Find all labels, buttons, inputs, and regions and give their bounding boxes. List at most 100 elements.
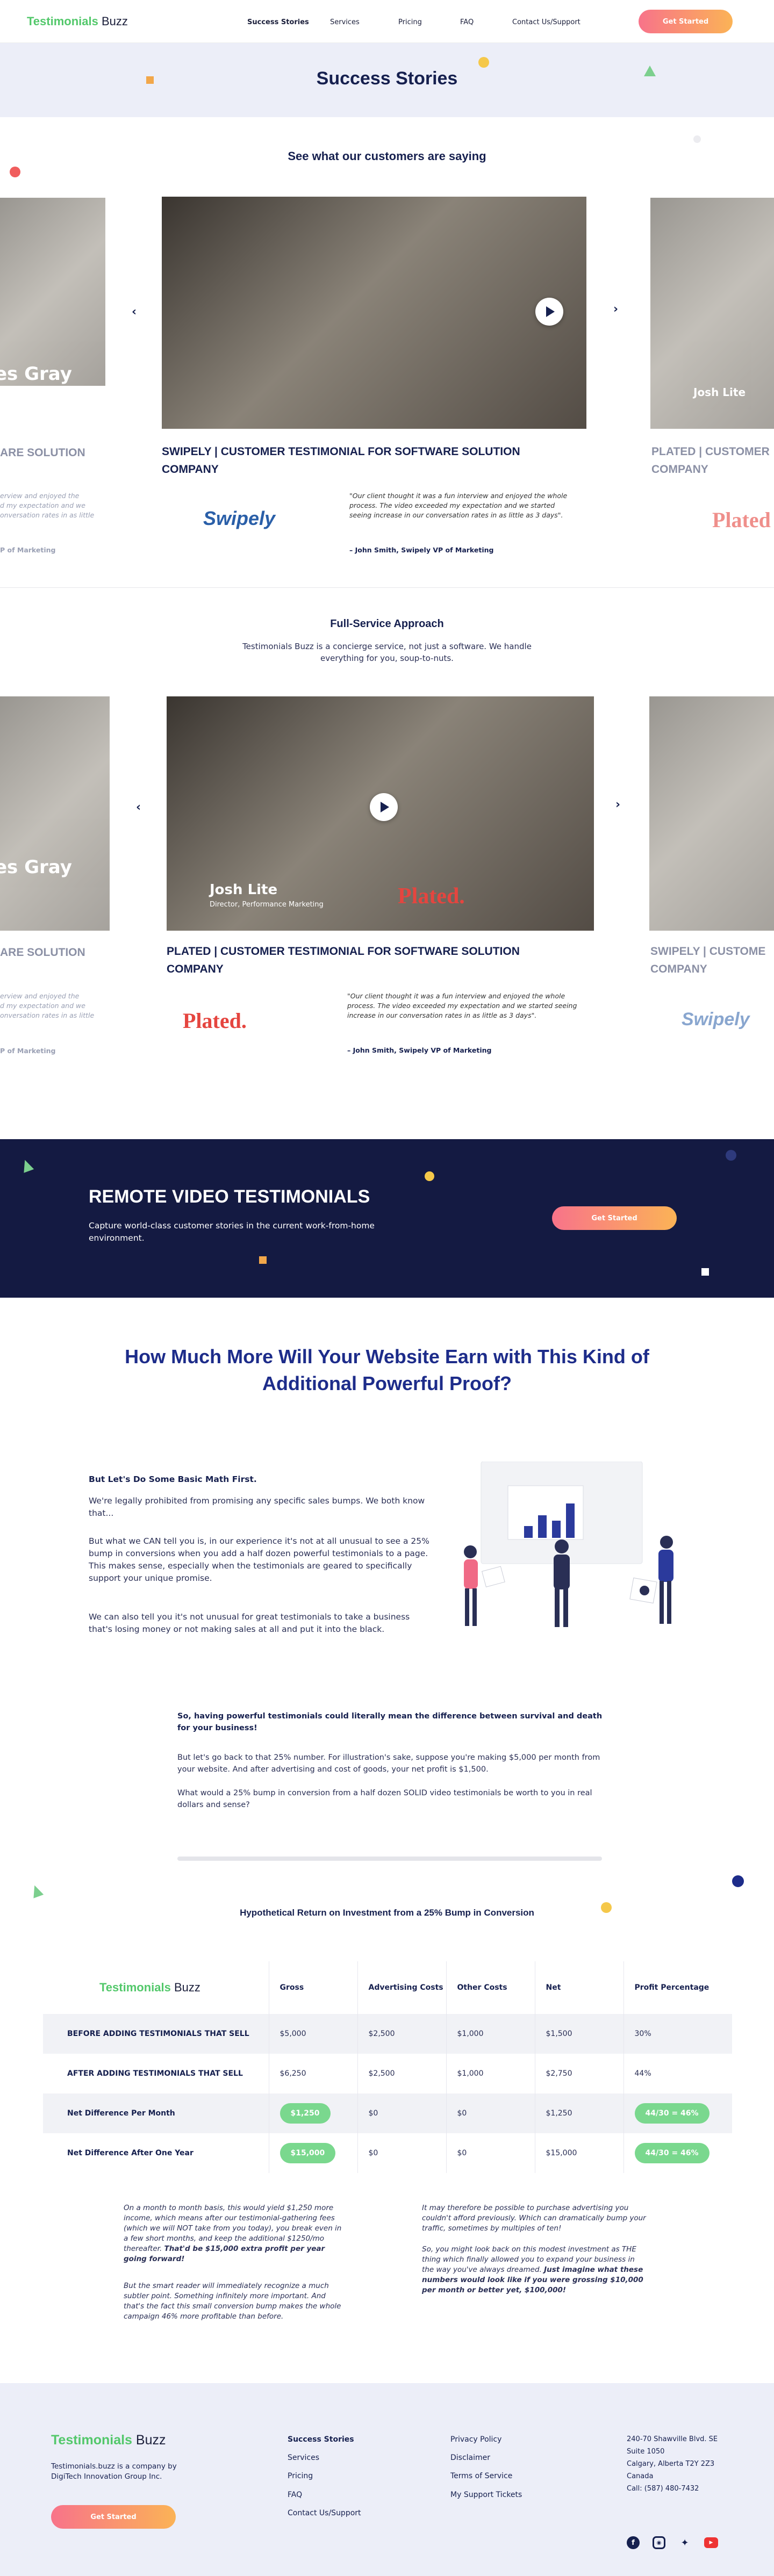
next-card-title: SWIPELY | CUSTOME COMPANY	[650, 945, 766, 975]
footer-link-pricing[interactable]: Pricing	[288, 2472, 313, 2480]
facebook-icon[interactable]: f	[627, 2536, 640, 2549]
value-pill: $1,250	[280, 2103, 331, 2124]
video-person-role: Director, Performance Marketing	[210, 901, 324, 909]
carousel-next-arrow[interactable]: ›	[615, 798, 620, 811]
carousel-prev-arrow[interactable]: ‹	[132, 305, 137, 319]
footer-link-terms[interactable]: Terms of Service	[450, 2472, 512, 2480]
swipely-logo: Swipely	[682, 1009, 750, 1030]
nav-faq[interactable]: FAQ	[460, 18, 474, 26]
footer-company-text: Testimonials.buzz is a company by DigiTe…	[51, 2462, 177, 2481]
twitter-icon[interactable]: ✦	[678, 2536, 691, 2549]
video-person-name: es Gray	[0, 857, 72, 878]
footer-logo[interactable]: Testimonials Buzz	[51, 2433, 166, 2448]
footer-link-disclaimer[interactable]: Disclaimer	[450, 2453, 490, 2462]
value-pill: $15,000	[280, 2143, 336, 2163]
table-cell: $1,500	[535, 2014, 624, 2054]
value-pill: 44/30 = 46%	[634, 2143, 710, 2163]
footer-link-faq[interactable]: FAQ	[288, 2491, 302, 2499]
presentation-illustration	[438, 1461, 685, 1639]
remote-get-started-button[interactable]: Get Started	[552, 1206, 677, 1230]
instagram-icon[interactable]: ◉	[653, 2536, 665, 2549]
footer-link-contact[interactable]: Contact Us/Support	[288, 2509, 361, 2517]
prev-card-quote: erview and enjoyed the d my expectation …	[0, 492, 95, 519]
video-person-name: Josh Lite	[693, 386, 746, 399]
footer-link-privacy[interactable]: Privacy Policy	[450, 2435, 501, 2444]
table-header: Advertising Costs	[357, 1961, 447, 2014]
nav-services[interactable]: Services	[330, 18, 360, 26]
decor-dot	[10, 167, 20, 177]
footer-link-support-tickets[interactable]: My Support Tickets	[450, 2491, 522, 2499]
nav-pricing[interactable]: Pricing	[398, 18, 422, 26]
roi-table: Testimonials Buzz Gross Advertising Cost…	[43, 1961, 732, 2173]
video-thumbnail[interactable]	[162, 197, 586, 429]
video-thumbnail[interactable]: Josh Lite Director, Performance Marketin…	[167, 696, 594, 931]
earn-paragraph: We're legally prohibited from promising …	[89, 1496, 425, 1518]
earn-paragraph: We can also tell you it's not unusual fo…	[89, 1612, 410, 1634]
decor-triangle	[19, 1158, 34, 1173]
play-button-icon[interactable]	[370, 793, 398, 821]
table-cell: $6,250	[269, 2054, 358, 2093]
decor-triangle	[29, 1883, 44, 1898]
video-thumbnail-prev[interactable]: es Gray	[0, 696, 110, 931]
carousel-prev-arrow[interactable]: ‹	[136, 801, 141, 814]
table-header: Net	[535, 1961, 624, 2014]
table-cell: 44/30 = 46%	[624, 2093, 732, 2133]
next-card-title: PLATED | CUSTOMER COMPANY	[651, 445, 770, 476]
logo-primary: Testimonials	[27, 15, 98, 28]
footer-link-success-stories[interactable]: Success Stories	[288, 2435, 354, 2444]
decor-dot	[726, 1150, 736, 1161]
note-paragraph: But the smart reader will immediately re…	[124, 2282, 341, 2321]
video-thumbnail-next[interactable]: Josh Lite	[650, 198, 774, 429]
nav-contact[interactable]: Contact Us/Support	[512, 18, 580, 26]
earn-lead: But Let's Do Some Basic Math First.	[89, 1474, 257, 1484]
footer-address-line: 240-70 Shawville Blvd. SE	[627, 2435, 718, 2443]
footer-phone[interactable]: Call: (587) 480-7432	[627, 2485, 699, 2493]
footer-link-services[interactable]: Services	[288, 2453, 319, 2462]
testimonial-quote: "Our client thought it was a fun intervi…	[349, 492, 568, 519]
table-header: Gross	[269, 1961, 358, 2014]
logo-primary: Testimonials	[99, 1981, 171, 1994]
nav-success-stories[interactable]: Success Stories	[247, 18, 309, 26]
logo-secondary: Buzz	[101, 15, 128, 28]
table-row: Net Difference After One Year $15,000 $0…	[43, 2133, 732, 2173]
table-cell: $0	[357, 2133, 447, 2173]
testimonial-author: – John Smith, Swipely VP of Marketing	[349, 546, 494, 554]
table-cell: $15,000	[269, 2133, 358, 2173]
earn-highlight: So, having powerful testimonials could l…	[177, 1712, 603, 1732]
footer-address-line: Calgary, Alberta T2Y 2Z3	[627, 2460, 715, 2468]
full-service-heading: Full-Service Approach	[330, 618, 444, 630]
decor-dot	[693, 135, 701, 143]
hero-banner: Success Stories	[0, 43, 774, 117]
header-get-started-button[interactable]: Get Started	[639, 10, 733, 33]
table-header: Other Costs	[446, 1961, 535, 2014]
logo-secondary: Buzz	[174, 1981, 200, 1994]
footer-address-line: Canada	[627, 2472, 654, 2480]
earn-paragraph: But let's go back to that 25% number. Fo…	[177, 1753, 600, 1774]
note-paragraph: It may therefore be possible to purchase…	[422, 2204, 646, 2233]
card-title: PLATED | CUSTOMER TESTIMONIAL FOR SOFTWA…	[167, 945, 520, 975]
carousel-next-arrow[interactable]: ›	[613, 303, 618, 316]
video-thumbnail-prev[interactable]: es Gray	[0, 198, 105, 386]
youtube-icon[interactable]: ▶	[704, 2537, 718, 2548]
card-title: SWIPELY | CUSTOMER TESTIMONIAL FOR SOFTW…	[162, 445, 520, 476]
prev-card-author: P of Marketing	[0, 546, 56, 554]
value-pill: 44/30 = 46%	[634, 2103, 710, 2124]
testimonials-heading: See what our customers are saying	[288, 149, 486, 163]
remote-text: Capture world-class customer stories in …	[89, 1221, 375, 1243]
table-cell: $2,500	[357, 2014, 447, 2054]
play-button-icon[interactable]	[535, 298, 563, 326]
decor-dot	[732, 1875, 744, 1887]
page-title: Success Stories	[316, 68, 458, 89]
table-cell: $0	[446, 2093, 535, 2133]
video-person-name: es Gray	[0, 363, 72, 385]
table-row: AFTER ADDING TESTIMONIALS THAT SELL $6,2…	[43, 2054, 732, 2093]
table-cell: $15,000	[535, 2133, 624, 2173]
logo-primary: Testimonials	[51, 2433, 132, 2448]
prev-card-title: ARE SOLUTION	[0, 447, 85, 459]
video-brand: Plated.	[398, 884, 465, 909]
decor-square	[701, 1268, 709, 1276]
video-thumbnail-next[interactable]	[649, 696, 774, 931]
table-cell: $2,750	[535, 2054, 624, 2093]
header-logo[interactable]: Testimonials Buzz	[27, 15, 128, 28]
footer-get-started-button[interactable]: Get Started	[51, 2505, 176, 2529]
